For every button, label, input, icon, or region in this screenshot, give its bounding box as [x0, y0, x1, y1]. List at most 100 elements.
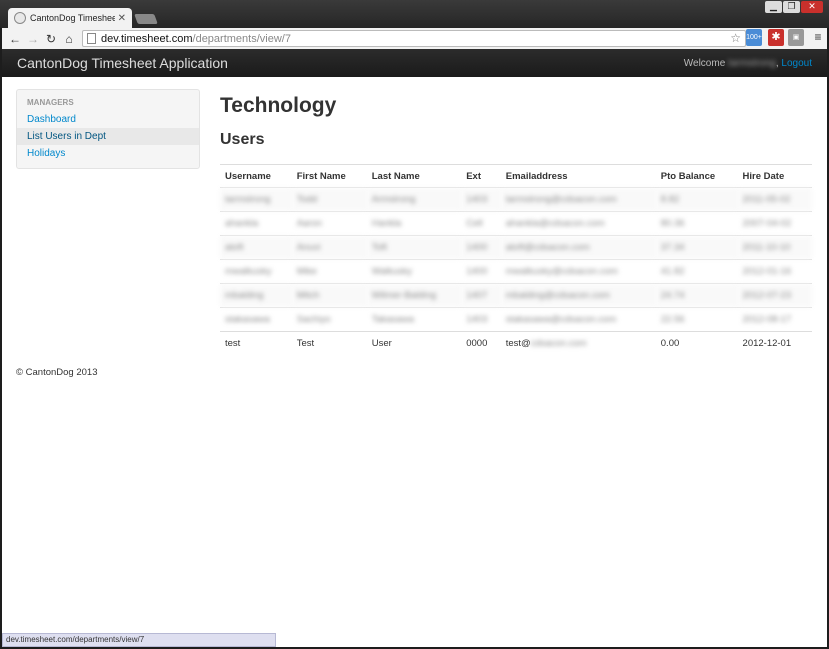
cell-pto: 37.34: [655, 235, 738, 260]
col-email: Emailaddress: [500, 164, 656, 188]
main-content: Technology Users Username First Name Las…: [220, 94, 812, 356]
cell-username: mbalding: [220, 283, 292, 308]
logout-link[interactable]: Logout: [781, 58, 812, 69]
menu-icon[interactable]: ≡: [810, 29, 826, 46]
cell-last-name: Toft: [366, 235, 462, 260]
welcome-label: Welcome: [683, 57, 726, 69]
home-icon[interactable]: ⌂: [60, 32, 78, 46]
cell-email: test@cdsacon.com: [500, 331, 656, 356]
cell-hire-date: 2012-12-01: [737, 331, 812, 356]
reload-icon[interactable]: ↻: [42, 32, 60, 46]
cell-hire-date: 2007-04-02: [737, 211, 812, 236]
cell-email: atoft@cdsacon.com: [500, 235, 656, 260]
cell-ext: 1403: [461, 307, 501, 332]
new-tab-button[interactable]: [134, 14, 158, 24]
cell-ext: 1403: [461, 187, 501, 212]
sidebar-item-holidays[interactable]: Holidays: [17, 145, 199, 162]
cell-hire-date: 2012-07-23: [737, 283, 812, 308]
cell-ext: 1407: [461, 283, 501, 308]
back-arrow-icon[interactable]: ←: [6, 32, 24, 46]
cell-last-name: User: [366, 331, 462, 356]
cell-pto: 41.82: [655, 259, 738, 284]
browser-toolbar: ← → ↻ ⌂ dev.timesheet.com/departments/vi…: [2, 28, 827, 49]
cell-first-name: Mitch: [291, 283, 367, 308]
cell-email: stakasawa@cdsacon.com: [500, 307, 656, 332]
minimize-button[interactable]: ▁: [765, 1, 782, 13]
cell-pto: 22.56: [655, 307, 738, 332]
cell-hire-date: 2011-10-10: [737, 235, 812, 260]
cell-last-name: Hankla: [366, 211, 462, 236]
sidebar-header: MANAGERS: [27, 98, 74, 107]
table-row: test Test User 0000 test@cdsacon.com 0.0…: [220, 331, 812, 356]
cell-first-name: Mike: [291, 259, 367, 284]
cell-ext: 0000: [461, 331, 501, 356]
cell-last-name: Wilmer-Balding: [366, 283, 462, 308]
col-ext: Ext: [461, 164, 501, 188]
app-navbar: CantonDog Timesheet Application Welcome …: [2, 49, 827, 77]
cell-username: stakasawa: [220, 307, 292, 332]
cell-email: mbalding@cdsacon.com: [500, 283, 656, 308]
cell-pto: 0.00: [655, 331, 738, 356]
cell-first-name: Test: [291, 331, 367, 356]
cell-email: ahankla@cdsacon.com: [500, 211, 656, 236]
cell-first-name: Anuvi: [291, 235, 367, 260]
cell-first-name: Todd: [291, 187, 367, 212]
sidebar: MANAGERS Dashboard List Users in Dept Ho…: [16, 89, 200, 169]
cell-ext: Cell: [461, 211, 501, 236]
close-window-button[interactable]: ✕: [801, 1, 823, 13]
page-icon: [87, 33, 96, 44]
user-area: Welcome tarmstrong, Logout: [683, 57, 812, 69]
cell-pto: 8.82: [655, 187, 738, 212]
sidebar-item-list-users[interactable]: List Users in Dept: [17, 128, 199, 145]
cell-username: ahankla: [220, 211, 292, 236]
cell-hire-date: 2011-05-02: [737, 187, 812, 212]
welcome-username: tarmstrong: [728, 57, 776, 69]
cell-first-name: Aaron: [291, 211, 367, 236]
cell-username: mwalkusky: [220, 259, 292, 284]
cell-last-name: Walkusky: [366, 259, 462, 284]
cell-last-name: Armstrong: [366, 187, 462, 212]
page-viewport: CantonDog Timesheet Application Welcome …: [2, 49, 827, 647]
col-last-name: Last Name: [366, 164, 462, 188]
cell-pto: 24.74: [655, 283, 738, 308]
sidebar-item-dashboard[interactable]: Dashboard: [17, 111, 199, 128]
section-title: Users: [220, 131, 265, 148]
url-host: dev.timesheet.com: [101, 32, 193, 45]
cell-hire-date: 2012-01-16: [737, 259, 812, 284]
maximize-button[interactable]: ❐: [783, 1, 800, 13]
window-controls: ▁ ❐ ✕: [765, 1, 823, 13]
table-row: ahankla Aaron Hankla Cell ahankla@cdsaco…: [220, 211, 812, 236]
cell-hire-date: 2012-08-17: [737, 307, 812, 332]
table-row: atoft Anuvi Toft 1400 atoft@cdsacon.com …: [220, 235, 812, 260]
bookmark-star-icon[interactable]: ☆: [730, 31, 741, 45]
extension-gray-icon[interactable]: ▣: [788, 29, 804, 46]
browser-titlebar: CantonDog Timesheet Ap ✕ ▁ ❐ ✕: [0, 0, 829, 28]
url-path: /departments/view/7: [192, 32, 291, 45]
col-username: Username: [220, 164, 292, 188]
extension-red-icon[interactable]: ✱: [768, 29, 784, 46]
favicon-icon: [14, 12, 26, 24]
close-tab-icon[interactable]: ✕: [118, 13, 126, 24]
app-brand[interactable]: CantonDog Timesheet Application: [17, 55, 228, 71]
cell-email: mwalkusky@cdsacon.com: [500, 259, 656, 284]
table-row: stakasawa Sachiyo Takasawa 1403 stakasaw…: [220, 307, 812, 332]
users-table: Username First Name Last Name Ext Emaila…: [220, 164, 812, 356]
cell-username: atoft: [220, 235, 292, 260]
cell-last-name: Takasawa: [366, 307, 462, 332]
col-pto-balance: Pto Balance: [655, 164, 738, 188]
tab-title: CantonDog Timesheet Ap: [30, 13, 115, 23]
cell-ext: 1400: [461, 259, 501, 284]
browser-tab[interactable]: CantonDog Timesheet Ap ✕: [8, 8, 132, 28]
extension-badge-icon[interactable]: 100+: [746, 29, 762, 46]
address-bar[interactable]: dev.timesheet.com/departments/view/7 ☆: [82, 30, 746, 47]
table-header-row: Username First Name Last Name Ext Emaila…: [220, 164, 812, 188]
col-hire-date: Hire Date: [737, 164, 812, 188]
department-title: Technology: [220, 94, 337, 117]
page-footer: © CantonDog 2013: [16, 367, 98, 378]
cell-username: tarmstrong: [220, 187, 292, 212]
forward-arrow-icon[interactable]: →: [24, 32, 42, 46]
email-domain: cdsacon.com: [530, 338, 587, 350]
table-row: mwalkusky Mike Walkusky 1400 mwalkusky@c…: [220, 259, 812, 284]
cell-email: tarmstrong@cdsacon.com: [500, 187, 656, 212]
cell-pto: 80.36: [655, 211, 738, 236]
